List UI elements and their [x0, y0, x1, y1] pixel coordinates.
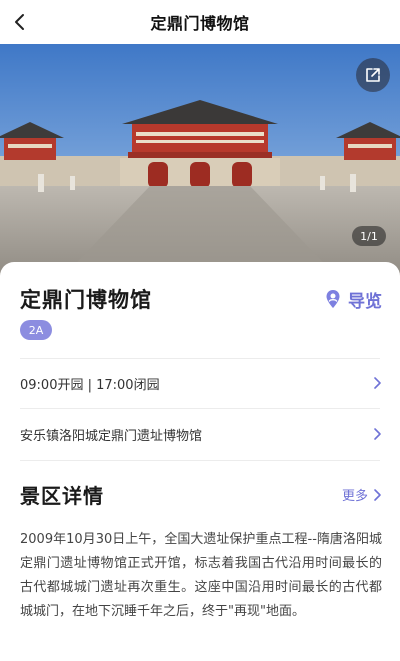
share-button[interactable] [356, 58, 390, 92]
address-row[interactable]: 安乐镇洛阳城定鼎门遗址博物馆 [20, 412, 382, 456]
details-section-header: 景区详情 更多 [20, 480, 382, 509]
guide-button[interactable]: 导览 [322, 287, 382, 312]
divider [20, 460, 380, 461]
back-button[interactable] [6, 8, 34, 36]
hero-image-carousel[interactable] [0, 44, 400, 280]
map-pin-user-icon [326, 290, 340, 308]
description-text: 2009年10月30日上午，全国大遗址保护重点工程--隋唐洛阳城定鼎门遗址博物馆… [20, 532, 382, 619]
chevron-right-icon [374, 488, 381, 501]
share-icon [366, 68, 380, 82]
title-row: 定鼎门博物馆 导览 [20, 284, 382, 314]
detail-content-card: 定鼎门博物馆 导览 2A 09:00开园 | 17:00闭园 安乐镇洛阳城定鼎门… [0, 262, 400, 661]
chevron-right-icon [374, 428, 381, 440]
image-page-indicator: 1/1 [352, 226, 386, 246]
opening-hours-text: 09:00开园 | 17:00闭园 [20, 377, 160, 393]
guide-label: 导览 [348, 291, 382, 312]
rating-badge: 2A [20, 320, 52, 340]
page-title: 定鼎门博物馆 [150, 14, 250, 33]
opening-hours-row[interactable]: 09:00开园 | 17:00闭园 [20, 361, 382, 405]
top-nav-bar: 定鼎门博物馆 [0, 0, 400, 44]
divider [20, 358, 380, 359]
place-name: 定鼎门博物馆 [20, 288, 152, 312]
chevron-left-icon [15, 14, 24, 30]
divider [20, 408, 380, 409]
chevron-right-icon [374, 377, 381, 389]
section-title: 景区详情 [20, 484, 104, 508]
address-text: 安乐镇洛阳城定鼎门遗址博物馆 [20, 428, 203, 444]
more-link[interactable]: 更多 [342, 485, 382, 504]
museum-gate-photo [0, 44, 400, 280]
more-label: 更多 [341, 489, 368, 504]
